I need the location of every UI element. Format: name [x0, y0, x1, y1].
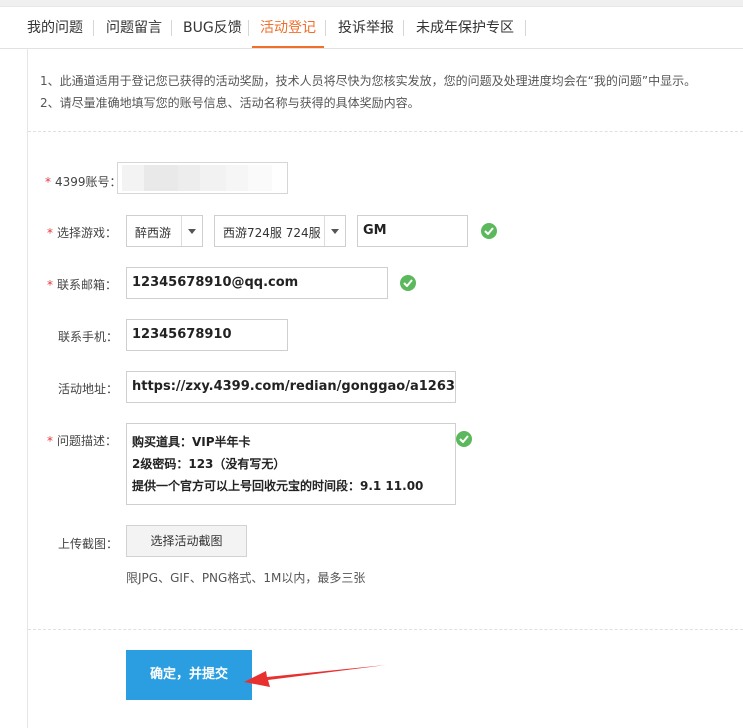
tab-separator: [93, 20, 94, 36]
activity-url-field[interactable]: https://zxy.4399.com/redian/gonggao/a126…: [126, 371, 456, 403]
red-arrow-annotation: [244, 665, 386, 687]
upload-label: 上传截图：: [58, 537, 119, 551]
tab-minor-protection[interactable]: 未成年保护专区: [416, 17, 514, 37]
tab-my-questions[interactable]: 我的问题: [27, 17, 83, 37]
check-icon: [400, 275, 416, 291]
game-select-value: 醉西游: [135, 226, 172, 240]
description-line: 提供一个官方可以上号回收元宝的时间段：9.1 11.00: [132, 479, 424, 493]
upload-hint: 限JPG、GIF、PNG格式、1M以内，最多三张: [126, 571, 366, 585]
tab-complaints[interactable]: 投诉举报: [338, 17, 394, 37]
description-textarea[interactable]: 购买道具：VIP半年卡 2级密码：123（没有写无） 提供一个官方可以上号回收元…: [126, 423, 456, 505]
instructions: 1、此通道适用于登记您已获得的活动奖励，技术人员将尽快为您核实发放，您的问题及处…: [40, 70, 696, 114]
tab-separator: [171, 20, 172, 36]
required-mark: *: [47, 434, 53, 448]
phone-label: 联系手机：: [58, 330, 119, 344]
tab-bar: 我的问题 问题留言 BUG反馈 活动登记 投诉举报 未成年保护专区: [0, 10, 743, 49]
email-label-text: 联系邮箱：: [57, 278, 118, 292]
submit-button[interactable]: 确定，并提交: [126, 650, 252, 700]
required-mark: *: [47, 278, 53, 292]
character-input[interactable]: GM: [357, 215, 468, 247]
description-label: * 问题描述：: [47, 432, 117, 449]
account-label: * 4399账号：: [45, 173, 122, 190]
tab-separator: [403, 20, 404, 36]
email-label: * 联系邮箱：: [47, 276, 117, 293]
account-input[interactable]: [117, 162, 288, 194]
instruction-line: 2、请尽量准确地填写您的账号信息、活动名称与获得的具体奖励内容。: [40, 96, 420, 110]
chevron-down-icon: [331, 229, 339, 234]
phone-field[interactable]: 12345678910: [126, 319, 288, 351]
server-select[interactable]: 西游724服 724服: [214, 215, 346, 247]
tab-separator: [248, 20, 249, 36]
tab-bug-report[interactable]: BUG反馈: [183, 17, 242, 37]
check-icon: [481, 223, 497, 239]
description-line: 2级密码：123（没有写无）: [132, 457, 286, 471]
check-icon: [456, 431, 472, 447]
instruction-line: 1、此通道适用于登记您已获得的活动奖励，技术人员将尽快为您核实发放，您的问题及处…: [40, 74, 697, 88]
top-bar: [0, 0, 743, 7]
divider: [28, 131, 743, 132]
description-line: 购买道具：VIP半年卡: [132, 435, 251, 449]
required-mark: *: [45, 175, 51, 189]
content-left-border: [27, 49, 28, 728]
select-screenshot-button[interactable]: 选择活动截图: [126, 525, 247, 557]
game-label-text: 选择游戏：: [57, 226, 118, 240]
address-label: 活动地址：: [58, 382, 119, 396]
divider: [28, 629, 743, 630]
required-mark: *: [47, 226, 53, 240]
tab-separator: [525, 20, 526, 36]
description-label-text: 问题描述：: [57, 434, 118, 448]
tab-separator: [325, 20, 326, 36]
email-field[interactable]: 12345678910@qq.com: [126, 267, 388, 299]
active-tab-indicator: [252, 46, 324, 48]
tab-messages[interactable]: 问题留言: [106, 17, 162, 37]
server-select-value: 西游724服 724服: [223, 226, 321, 240]
game-label: * 选择游戏：: [47, 224, 117, 241]
chevron-down-icon: [188, 229, 196, 234]
tab-event-registration[interactable]: 活动登记: [260, 17, 316, 37]
game-select[interactable]: 醉西游: [126, 215, 203, 247]
account-label-text: 4399账号：: [55, 175, 122, 189]
